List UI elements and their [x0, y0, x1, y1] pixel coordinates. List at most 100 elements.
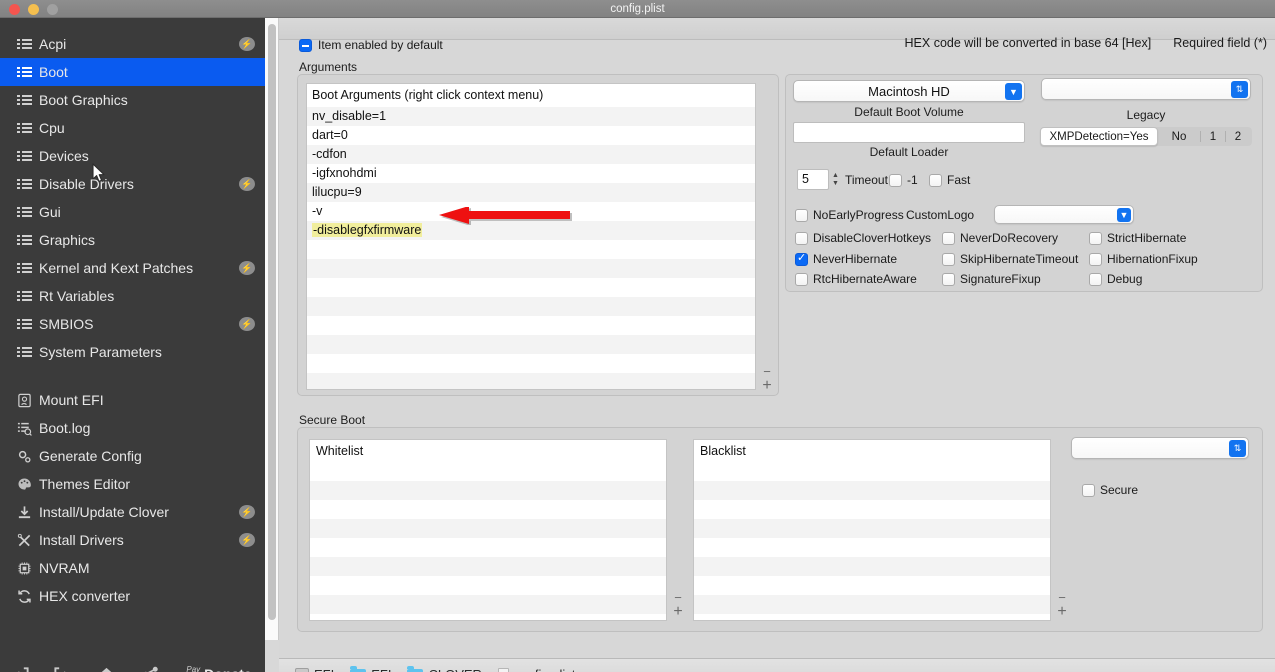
list-item[interactable]	[694, 519, 1050, 538]
list-item[interactable]	[694, 538, 1050, 557]
sidebar-item-system-parameters[interactable]: System Parameters	[0, 338, 265, 366]
signature-fixup-checkbox[interactable]	[942, 272, 955, 286]
sidebar-item-kernel-and-kext-patches[interactable]: Kernel and Kext Patches ⚡	[0, 254, 265, 282]
list-item[interactable]	[310, 500, 666, 519]
chevron-up-down-icon[interactable]: ⇅	[1231, 81, 1248, 98]
sidebar-item-generate-config[interactable]: Generate Config	[0, 442, 265, 470]
never-do-recovery-checkbox[interactable]	[942, 231, 955, 245]
list-item[interactable]	[694, 557, 1050, 576]
sidebar-item-rt-variables[interactable]: Rt Variables	[0, 282, 265, 310]
table-row[interactable]: -cdfon	[307, 145, 755, 164]
segment-1[interactable]: 1	[1201, 127, 1225, 146]
rtc-hibernate-aware-row[interactable]: RtcHibernateAware	[795, 272, 917, 286]
import-icon[interactable]	[0, 658, 40, 672]
table-row[interactable]: -igfxnohdmi	[307, 164, 755, 183]
no-early-progress-checkbox[interactable]	[795, 208, 808, 222]
sidebar-item-install-update-clover[interactable]: Install/Update Clover ⚡	[0, 498, 265, 526]
debug-checkbox[interactable]	[1089, 272, 1102, 286]
sidebar-item-nvram[interactable]: NVRAM	[0, 554, 265, 582]
export-icon[interactable]	[40, 658, 84, 672]
custom-logo-select[interactable]: ▼	[994, 205, 1134, 224]
sidebar-item-install-drivers[interactable]: Install Drivers ⚡	[0, 526, 265, 554]
list-item[interactable]	[310, 595, 666, 614]
arguments-add-remove-buttons[interactable]: − +	[757, 362, 777, 396]
sidebar-item-hex-converter[interactable]: HEX converter	[0, 582, 265, 610]
list-item[interactable]	[694, 576, 1050, 595]
sidebar-item-devices[interactable]: Devices	[0, 142, 265, 170]
fast-row[interactable]: Fast	[929, 173, 970, 187]
add-argument-button[interactable]: +	[762, 378, 771, 394]
skip-hibernate-timeout-row[interactable]: SkipHibernateTimeout	[942, 252, 1078, 266]
list-item[interactable]	[694, 614, 1050, 633]
minus-one-checkbox[interactable]	[889, 173, 902, 187]
no-early-progress-row[interactable]: NoEarlyProgress	[795, 208, 904, 222]
whitelist-pane[interactable]: Whitelist	[309, 439, 667, 621]
list-item[interactable]	[310, 519, 666, 538]
home-icon[interactable]	[85, 658, 129, 672]
list-item[interactable]	[310, 576, 666, 595]
table-row[interactable]	[307, 297, 755, 316]
timeout-input[interactable]: 5	[797, 169, 829, 190]
chevron-down-icon[interactable]: ▼	[1005, 83, 1022, 100]
breadcrumb-item-efi-drive[interactable]: EFI	[295, 667, 334, 672]
debug-row[interactable]: Debug	[1089, 272, 1142, 286]
table-row[interactable]	[307, 373, 755, 389]
list-item[interactable]	[694, 481, 1050, 500]
list-item[interactable]	[310, 538, 666, 557]
table-row[interactable]: dart=0	[307, 126, 755, 145]
sidebar-scrollbar-thumb[interactable]	[268, 24, 276, 620]
default-loader-input[interactable]	[793, 122, 1025, 143]
breadcrumb-item-config-plist[interactable]: / config.plist	[497, 667, 575, 672]
table-row[interactable]	[307, 335, 755, 354]
sidebar-item-smbios[interactable]: SMBIOS ⚡	[0, 310, 265, 338]
table-row[interactable]	[307, 316, 755, 335]
disable-clover-hotkeys-checkbox[interactable]	[795, 231, 808, 245]
never-do-recovery-row[interactable]: NeverDoRecovery	[942, 231, 1058, 245]
table-row[interactable]	[307, 259, 755, 278]
never-hibernate-checkbox[interactable]	[795, 252, 808, 266]
table-row[interactable]: lilucpu=9	[307, 183, 755, 202]
rtc-hibernate-aware-checkbox[interactable]	[795, 272, 808, 286]
segment-no[interactable]: No	[1158, 127, 1200, 146]
breadcrumb-item-clover[interactable]: CLOVER	[407, 665, 482, 672]
table-row[interactable]	[307, 278, 755, 297]
add-whitelist-button[interactable]: +	[673, 604, 682, 620]
boot-arguments-list[interactable]: Boot Arguments (right click context menu…	[306, 83, 756, 390]
list-item[interactable]	[310, 557, 666, 576]
item-enabled-by-default-row[interactable]: Item enabled by default	[299, 38, 443, 52]
minus-one-row[interactable]: -1	[889, 173, 918, 187]
sidebar-item-acpi[interactable]: Acpi ⚡	[0, 30, 265, 58]
fast-checkbox[interactable]	[929, 173, 942, 187]
sidebar-item-cpu[interactable]: Cpu	[0, 114, 265, 142]
sidebar-item-disable-drivers[interactable]: Disable Drivers ⚡	[0, 170, 265, 198]
default-boot-volume-select[interactable]: Macintosh HD ▼	[793, 80, 1025, 102]
sidebar-item-themes-editor[interactable]: Themes Editor	[0, 470, 265, 498]
table-row[interactable]: nv_disable=1	[307, 107, 755, 126]
list-item[interactable]	[310, 481, 666, 500]
skip-hibernate-timeout-checkbox[interactable]	[942, 252, 955, 266]
item-enabled-checkbox[interactable]	[299, 38, 312, 52]
timeout-stepper[interactable]: ▲ ▼	[829, 169, 842, 190]
segment-2[interactable]: 2	[1226, 127, 1250, 146]
secure-checkbox-row[interactable]: Secure	[1082, 483, 1138, 497]
donate-button[interactable]: Pay Pal Donate	[173, 658, 265, 672]
xmp-detection-segmented-control[interactable]: XMPDetection=Yes No 1 2	[1040, 127, 1252, 146]
secure-checkbox[interactable]	[1082, 483, 1095, 497]
legacy-select[interactable]: ⇅	[1041, 78, 1251, 100]
table-row[interactable]	[307, 354, 755, 373]
blacklist-add-remove-buttons[interactable]: − +	[1052, 588, 1072, 622]
disable-clover-hotkeys-row[interactable]: DisableCloverHotkeys	[795, 231, 931, 245]
list-item[interactable]	[310, 614, 666, 633]
add-blacklist-button[interactable]: +	[1057, 604, 1066, 620]
whitelist-add-remove-buttons[interactable]: − +	[668, 588, 688, 622]
blacklist-pane[interactable]: Blacklist	[693, 439, 1051, 621]
hibernation-fixup-row[interactable]: HibernationFixup	[1089, 252, 1198, 266]
table-row[interactable]	[307, 240, 755, 259]
share-icon[interactable]	[129, 658, 173, 672]
sidebar-item-mount-efi[interactable]: Mount EFI	[0, 386, 265, 414]
sidebar-item-boot-graphics[interactable]: Boot Graphics	[0, 86, 265, 114]
never-hibernate-row[interactable]: NeverHibernate	[795, 252, 897, 266]
list-item[interactable]	[694, 500, 1050, 519]
strict-hibernate-checkbox[interactable]	[1089, 231, 1102, 245]
hibernation-fixup-checkbox[interactable]	[1089, 252, 1102, 266]
